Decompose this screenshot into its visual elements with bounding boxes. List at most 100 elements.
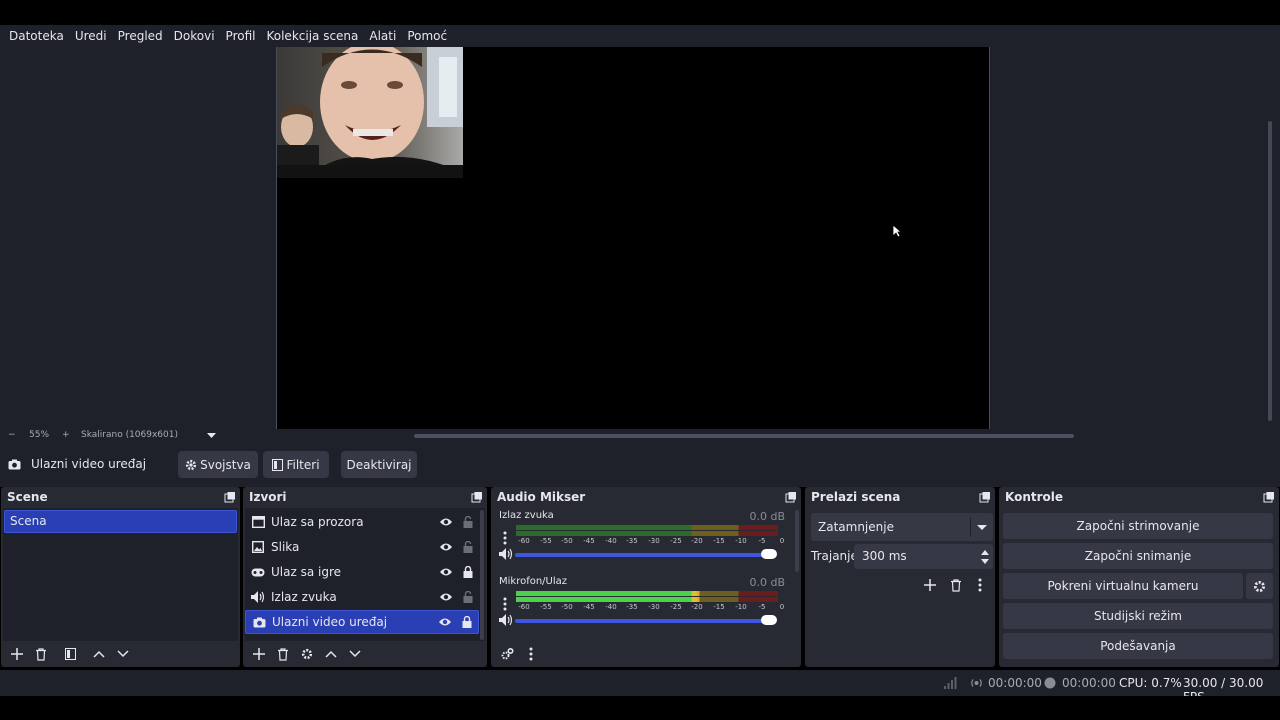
unlock-icon[interactable] bbox=[463, 541, 473, 553]
menu-profil[interactable]: Profil bbox=[221, 25, 261, 47]
add-transition-button[interactable] bbox=[920, 575, 940, 595]
spin-down-icon[interactable] bbox=[981, 559, 989, 564]
studio-mode-button[interactable]: Studijski režim bbox=[1003, 603, 1273, 629]
mixer-menu-button[interactable] bbox=[521, 644, 541, 664]
eye-icon[interactable] bbox=[439, 567, 453, 577]
eye-icon[interactable] bbox=[439, 517, 453, 527]
mixer-toolbar bbox=[493, 643, 799, 665]
preview-canvas[interactable] bbox=[276, 47, 990, 429]
remove-transition-button[interactable] bbox=[946, 575, 966, 595]
channel-db: 0.0 dB bbox=[749, 510, 785, 523]
scenes-toolbar bbox=[3, 643, 238, 665]
source-item-selected[interactable]: Ulazni video uređaj bbox=[245, 610, 479, 634]
transition-menu-button[interactable] bbox=[970, 575, 990, 595]
spin-up-icon[interactable] bbox=[981, 550, 989, 555]
broadcast-icon bbox=[971, 679, 982, 687]
filters-button[interactable]: Filteri bbox=[263, 451, 329, 478]
menu-uredi[interactable]: Uredi bbox=[70, 25, 112, 47]
meter-scale: -60 -55 -50 -45 -40 -35 -30 -25 -20 -15 … bbox=[511, 537, 784, 547]
meter-tick: -15 bbox=[713, 537, 725, 545]
more-options-icon[interactable] bbox=[499, 530, 511, 546]
undock-icon[interactable] bbox=[1263, 491, 1275, 503]
lock-icon[interactable] bbox=[463, 566, 473, 578]
eye-icon[interactable] bbox=[439, 542, 453, 552]
gear-icon bbox=[185, 459, 197, 470]
deactivate-button[interactable]: Deaktiviraj bbox=[341, 451, 417, 478]
menu-kolekcija-scena[interactable]: Kolekcija scena bbox=[261, 25, 363, 47]
meter-scale: -60 -55 -50 -45 -40 -35 -30 -25 -20 -15 … bbox=[511, 603, 784, 613]
lock-icon[interactable] bbox=[462, 616, 472, 628]
mixer-scrollbar[interactable] bbox=[795, 510, 799, 572]
menu-pomoc[interactable]: Pomoć bbox=[402, 25, 452, 47]
undock-icon[interactable] bbox=[224, 491, 236, 503]
remove-source-button[interactable] bbox=[273, 644, 293, 664]
speaker-icon[interactable] bbox=[499, 548, 513, 560]
more-options-icon[interactable] bbox=[499, 596, 511, 612]
stream-time: 00:00:00 bbox=[988, 676, 1042, 690]
add-scene-button[interactable] bbox=[7, 644, 27, 664]
scene-filters-button[interactable] bbox=[60, 644, 80, 664]
add-source-button[interactable] bbox=[249, 644, 269, 664]
webcam-image[interactable] bbox=[277, 47, 463, 178]
zoom-in-button[interactable]: + bbox=[62, 430, 70, 440]
transitions-body: Zatamnjenje Trajanje 300 ms bbox=[807, 508, 993, 641]
preview-vertical-scrollbar[interactable] bbox=[1268, 121, 1272, 421]
gears-icon bbox=[501, 648, 513, 660]
meter-tick: -50 bbox=[561, 537, 573, 545]
scene-item[interactable]: Scena bbox=[4, 510, 237, 533]
virtual-camera-settings-button[interactable] bbox=[1246, 573, 1273, 599]
source-properties-button[interactable] bbox=[297, 644, 317, 664]
settings-button[interactable]: Podešavanja bbox=[1003, 633, 1273, 659]
remove-scene-button[interactable] bbox=[31, 644, 51, 664]
eye-icon[interactable] bbox=[439, 592, 453, 602]
eye-icon[interactable] bbox=[438, 617, 452, 627]
move-source-up-button[interactable] bbox=[321, 644, 341, 664]
volume-slider-track[interactable] bbox=[515, 553, 773, 557]
gear-icon bbox=[301, 648, 313, 660]
advanced-audio-button[interactable] bbox=[497, 644, 517, 664]
more-options-icon bbox=[978, 578, 982, 592]
speaker-icon[interactable] bbox=[499, 614, 513, 626]
move-source-down-button[interactable] bbox=[345, 644, 365, 664]
sources-list: Ulaz sa prozora Slika Ulaz sa igre Izlaz… bbox=[245, 508, 485, 641]
source-item[interactable]: Ulaz sa igre bbox=[245, 560, 479, 584]
start-virtual-camera-button[interactable]: Pokreni virtualnu kameru bbox=[1003, 573, 1243, 599]
menu-datoteka[interactable]: Datoteka bbox=[4, 25, 69, 47]
scale-mode-dropdown-icon[interactable] bbox=[207, 433, 216, 439]
source-item[interactable]: Izlaz zvuka bbox=[245, 585, 479, 609]
zoom-bar: − 55% + Skalirano (1069x601) bbox=[0, 429, 1280, 443]
meter-tick: -55 bbox=[540, 537, 552, 545]
zoom-out-button[interactable]: − bbox=[8, 430, 16, 440]
undock-icon[interactable] bbox=[471, 491, 483, 503]
volume-slider-handle[interactable] bbox=[761, 615, 777, 625]
scale-mode-select[interactable]: Skalirano (1069x601) bbox=[81, 430, 178, 440]
menu-pregled[interactable]: Pregled bbox=[113, 25, 168, 47]
transition-select[interactable]: Zatamnjenje bbox=[811, 513, 993, 541]
move-scene-down-button[interactable] bbox=[113, 644, 133, 664]
undock-icon[interactable] bbox=[785, 491, 797, 503]
sources-scrollbar[interactable] bbox=[480, 510, 484, 640]
duration-input[interactable]: 300 ms bbox=[854, 544, 993, 569]
volume-slider-track[interactable] bbox=[515, 619, 773, 623]
start-recording-button[interactable]: Započni snimanje bbox=[1003, 543, 1273, 569]
audio-channel: Izlaz zvuka 0.0 dB -60 -55 -50 -45 -40 -… bbox=[493, 508, 791, 574]
controls-title: Kontrole bbox=[1005, 489, 1064, 504]
unlock-icon[interactable] bbox=[463, 516, 473, 528]
meter-tick: -5 bbox=[758, 537, 766, 545]
unlock-icon[interactable] bbox=[463, 591, 473, 603]
start-streaming-button[interactable]: Započni strimovanje bbox=[1003, 513, 1273, 539]
move-scene-up-button[interactable] bbox=[89, 644, 109, 664]
properties-button[interactable]: Svojstva bbox=[178, 451, 258, 478]
meter-tick: -10 bbox=[735, 603, 747, 611]
preview-horizontal-scrollbar[interactable] bbox=[414, 434, 1074, 438]
controls-header: Kontrole bbox=[999, 487, 1279, 506]
source-item[interactable]: Slika bbox=[245, 535, 479, 559]
source-name: Ulaz sa igre bbox=[271, 565, 342, 579]
meter-tick: -30 bbox=[648, 603, 660, 611]
volume-slider-handle[interactable] bbox=[761, 549, 777, 559]
source-item[interactable]: Ulaz sa prozora bbox=[245, 510, 479, 534]
menu-alati[interactable]: Alati bbox=[364, 25, 401, 47]
undock-icon[interactable] bbox=[979, 491, 991, 503]
meter-tick: -20 bbox=[691, 603, 703, 611]
menu-dokovi[interactable]: Dokovi bbox=[169, 25, 220, 47]
